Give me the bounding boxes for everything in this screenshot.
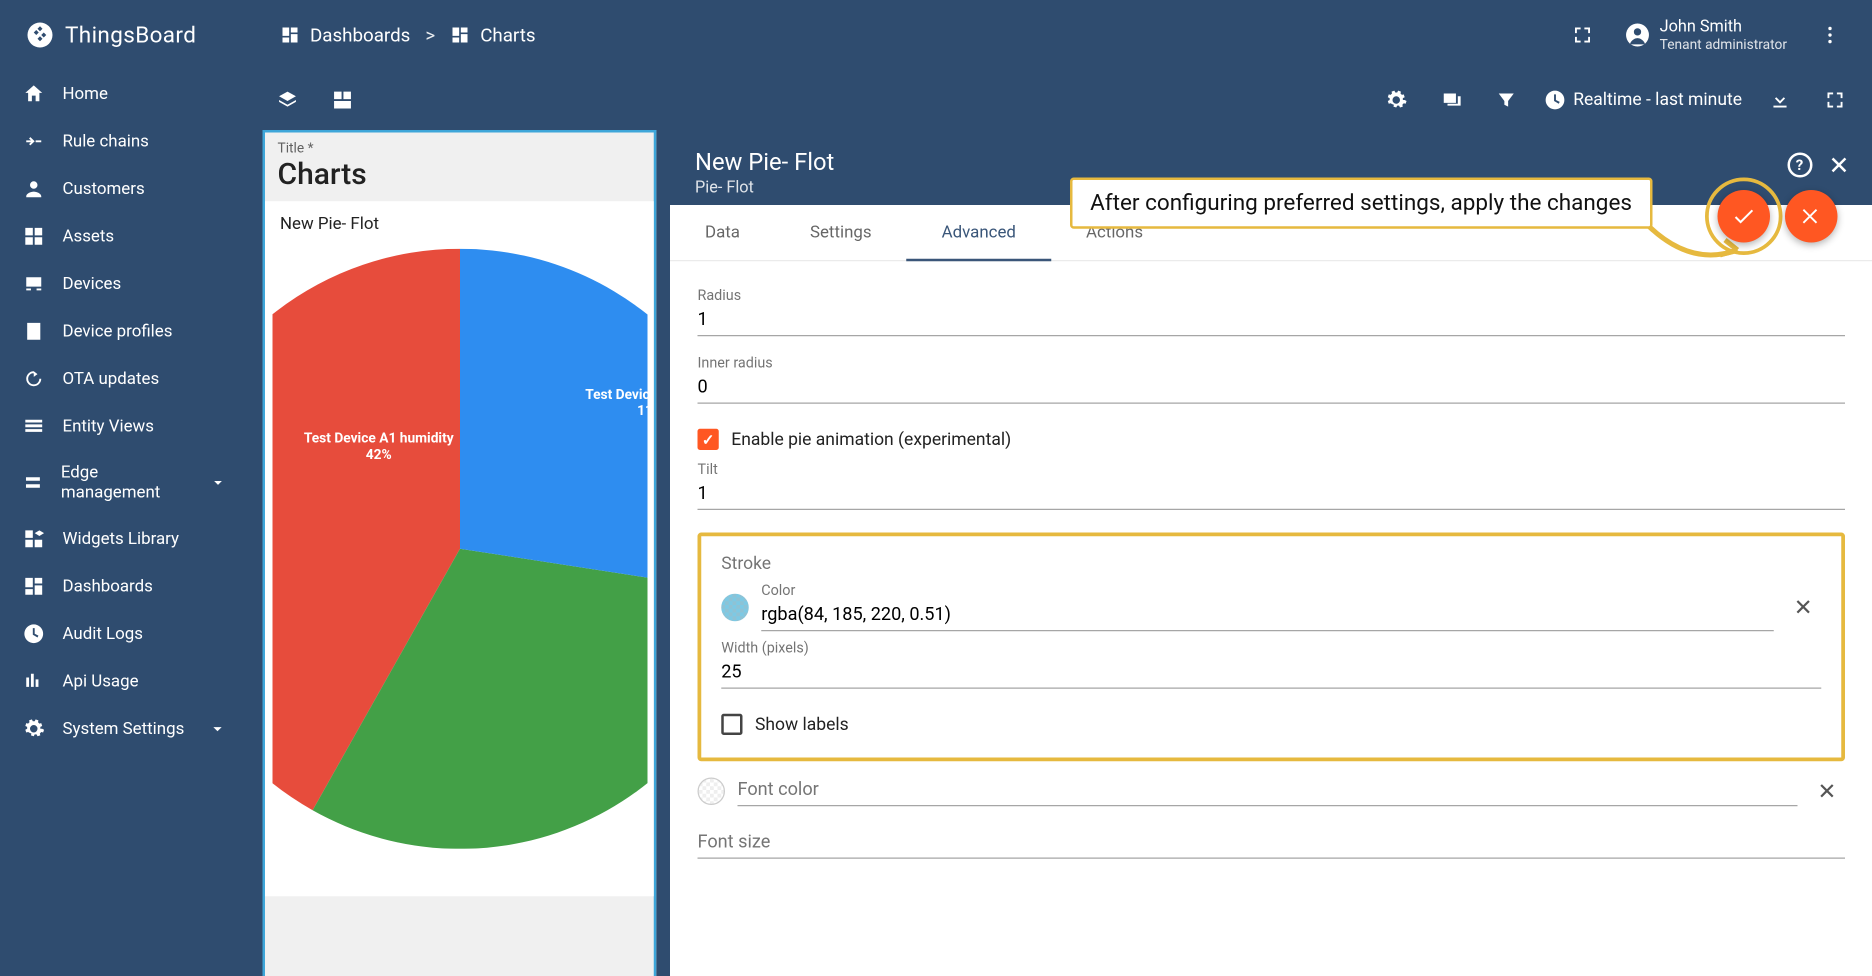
widgets-icon bbox=[23, 528, 46, 551]
avatar-icon bbox=[1625, 23, 1650, 48]
radius-label: Radius bbox=[698, 286, 1845, 304]
stroke-color-label: Color bbox=[761, 581, 1773, 599]
stroke-color-input[interactable] bbox=[761, 599, 1773, 632]
tab-data[interactable]: Data bbox=[670, 205, 775, 260]
svg-text:42%: 42% bbox=[365, 447, 391, 463]
logo[interactable]: ThingsBoard bbox=[10, 20, 260, 50]
inner-radius-label: Inner radius bbox=[698, 354, 1845, 372]
filter-icon[interactable] bbox=[1483, 78, 1528, 123]
sidebar-item-audit-logs[interactable]: Audit Logs bbox=[0, 610, 250, 658]
sidebar-item-customers[interactable]: Customers bbox=[0, 165, 250, 213]
layers-icon[interactable] bbox=[265, 78, 310, 123]
audit-icon bbox=[23, 623, 46, 646]
clear-font-color-button[interactable]: ✕ bbox=[1809, 774, 1844, 809]
user-menu[interactable]: John Smith Tenant administrator bbox=[1625, 17, 1787, 53]
sidebar-item-widgets-library[interactable]: Widgets Library bbox=[0, 515, 250, 563]
checkbox-icon bbox=[698, 429, 719, 450]
widget-config-panel: After configuring preferred settings, ap… bbox=[670, 130, 1872, 976]
tab-advanced[interactable]: Advanced bbox=[907, 205, 1051, 260]
pie-chart: Test Device A1 humidity 42% Test Device … bbox=[272, 249, 647, 849]
show-labels-checkbox[interactable]: Show labels bbox=[721, 714, 1820, 735]
breadcrumb-charts[interactable]: Charts bbox=[450, 24, 535, 47]
layout-icon[interactable] bbox=[320, 78, 365, 123]
svg-text:11: 11 bbox=[636, 403, 646, 419]
entity-views-icon bbox=[23, 415, 46, 438]
title-field-label: Title * bbox=[265, 133, 654, 157]
pie-widget[interactable]: New Pie- Flot Test Devi bbox=[265, 201, 654, 896]
tab-settings[interactable]: Settings bbox=[775, 205, 907, 260]
dashboard-title-card: Title * Charts New Pie- Flot bbox=[263, 130, 657, 976]
device-profiles-icon bbox=[23, 320, 46, 343]
settings-icon bbox=[23, 718, 46, 741]
font-color-swatch[interactable] bbox=[698, 778, 726, 806]
stroke-width-input[interactable] bbox=[721, 656, 1820, 689]
widget-title: New Pie- Flot bbox=[268, 211, 652, 241]
export-icon[interactable] bbox=[1757, 78, 1802, 123]
close-panel-button[interactable]: ✕ bbox=[1829, 150, 1850, 180]
sidebar-item-system-settings[interactable]: System Settings bbox=[0, 705, 250, 753]
chevron-down-icon bbox=[208, 719, 228, 739]
fullscreen-icon[interactable] bbox=[1560, 13, 1605, 58]
help-button[interactable]: ? bbox=[1787, 153, 1812, 178]
devices-icon bbox=[23, 273, 46, 296]
stroke-section: Stroke Color ✕ Width (pixels) bbox=[698, 533, 1845, 762]
rule-chains-icon bbox=[23, 130, 46, 153]
expand-icon[interactable] bbox=[1812, 78, 1857, 123]
clock-icon bbox=[1543, 89, 1566, 112]
api-usage-icon bbox=[23, 670, 46, 693]
dashboard-icon bbox=[280, 25, 300, 45]
dashboard-icon bbox=[450, 25, 470, 45]
ota-icon bbox=[23, 368, 46, 391]
aliases-icon[interactable] bbox=[1428, 78, 1473, 123]
inner-radius-input[interactable] bbox=[698, 371, 1845, 404]
user-role: Tenant administrator bbox=[1660, 37, 1787, 53]
checkbox-icon bbox=[721, 714, 742, 735]
sidebar-item-edge-management[interactable]: Edge management bbox=[0, 450, 250, 515]
edge-icon bbox=[23, 471, 44, 494]
more-menu-icon[interactable] bbox=[1807, 13, 1852, 58]
sidebar: Home Rule chains Customers Assets Device… bbox=[0, 70, 250, 976]
callout-banner: After configuring preferred settings, ap… bbox=[1070, 178, 1652, 229]
config-title: New Pie- Flot bbox=[695, 148, 1847, 177]
home-icon bbox=[23, 83, 46, 106]
font-size-input[interactable] bbox=[698, 826, 1845, 859]
radius-input[interactable] bbox=[698, 304, 1845, 337]
sidebar-item-devices[interactable]: Devices bbox=[0, 260, 250, 308]
breadcrumb-dashboards[interactable]: Dashboards bbox=[280, 24, 410, 47]
font-color-input[interactable] bbox=[738, 774, 1797, 807]
svg-text:Test Device A: Test Device A bbox=[585, 387, 647, 403]
sidebar-item-device-profiles[interactable]: Device profiles bbox=[0, 308, 250, 356]
dashboard-title[interactable]: Charts bbox=[265, 156, 654, 201]
stroke-color-swatch[interactable] bbox=[721, 594, 749, 622]
enable-animation-checkbox[interactable]: Enable pie animation (experimental) bbox=[698, 429, 1845, 450]
assets-icon bbox=[23, 225, 46, 248]
gear-icon[interactable] bbox=[1373, 78, 1418, 123]
user-name: John Smith bbox=[1660, 17, 1787, 36]
sidebar-item-api-usage[interactable]: Api Usage bbox=[0, 658, 250, 706]
apply-button[interactable] bbox=[1717, 190, 1770, 243]
sidebar-item-rule-chains[interactable]: Rule chains bbox=[0, 118, 250, 166]
svg-text:Test Device A1 humidity: Test Device A1 humidity bbox=[303, 431, 453, 447]
tilt-input[interactable] bbox=[698, 478, 1845, 511]
sidebar-item-home[interactable]: Home bbox=[0, 70, 250, 118]
sidebar-item-assets[interactable]: Assets bbox=[0, 213, 250, 261]
clear-color-button[interactable]: ✕ bbox=[1786, 590, 1821, 625]
tilt-label: Tilt bbox=[698, 460, 1845, 478]
logo-icon bbox=[25, 20, 55, 50]
sidebar-item-entity-views[interactable]: Entity Views bbox=[0, 403, 250, 451]
chevron-down-icon bbox=[209, 473, 228, 493]
dashboard-toolbar: Realtime - last minute bbox=[250, 70, 1872, 130]
dashboards-icon bbox=[23, 575, 46, 598]
cancel-button[interactable] bbox=[1784, 190, 1837, 243]
customers-icon bbox=[23, 178, 46, 201]
sidebar-item-dashboards[interactable]: Dashboards bbox=[0, 563, 250, 611]
timewindow[interactable]: Realtime - last minute bbox=[1538, 89, 1747, 112]
brand-name: ThingsBoard bbox=[65, 22, 196, 48]
sidebar-item-ota-updates[interactable]: OTA updates bbox=[0, 355, 250, 403]
stroke-title: Stroke bbox=[721, 554, 1820, 574]
stroke-width-label: Width (pixels) bbox=[721, 639, 1820, 657]
breadcrumb: Dashboards > Charts bbox=[260, 24, 536, 47]
